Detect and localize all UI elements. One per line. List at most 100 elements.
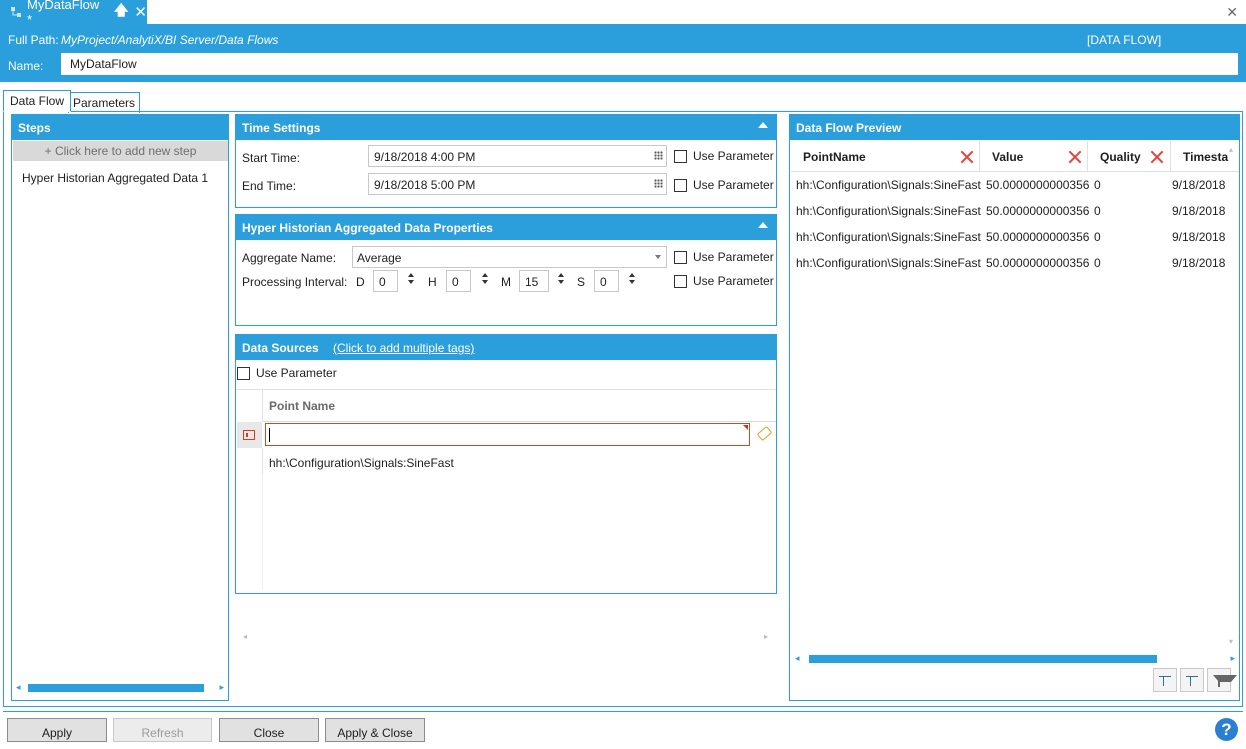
cell-pointname: hh:\Configuration\Signals:SineFast — [796, 256, 981, 270]
add-step-button[interactable]: + Click here to add new step — [13, 141, 228, 161]
document-tab[interactable]: MyDataFlow * 🡅 ✕ — [0, 0, 147, 27]
seconds-stepper[interactable] — [628, 270, 636, 292]
checkbox-label: Use Parameter — [256, 366, 337, 380]
object-type-label: [DATA FLOW] — [1087, 33, 1162, 47]
interval-use-parameter-checkbox[interactable]: Use Parameter — [674, 274, 774, 288]
new-row-indicator — [237, 422, 262, 448]
sources-use-parameter-checkbox[interactable]: Use Parameter — [237, 366, 337, 380]
table-row[interactable]: hh:\Configuration\Signals:SineFast 50.00… — [791, 173, 1239, 199]
clear-filter-icon[interactable] — [1150, 150, 1164, 164]
point-name-grid: Point Name hh:\Configuration\Signals:Sin… — [237, 389, 776, 641]
name-input[interactable] — [61, 53, 1238, 75]
hours-input[interactable]: 0 — [446, 270, 471, 292]
cell-value: 50.0000000000356 — [986, 230, 1090, 244]
cell-value: 50.0000000000356 — [986, 178, 1090, 192]
scrollbar-thumb[interactable] — [809, 655, 1157, 663]
minutes-stepper[interactable] — [557, 270, 565, 292]
collapse-icon[interactable] — [758, 222, 768, 228]
apply-and-close-button[interactable]: Apply & Close — [325, 718, 425, 742]
document-tab-strip: MyDataFlow * 🡅 ✕ ✕ — [0, 0, 1246, 27]
start-time-input[interactable]: 9/18/2018 4:00 PM — [368, 145, 667, 167]
column-header-label: PointName — [803, 150, 866, 164]
collapse-icon[interactable] — [758, 122, 768, 128]
name-label: Name: — [8, 59, 44, 73]
minutes-label: M — [501, 275, 511, 289]
steps-horizontal-scrollbar[interactable]: ◂ ▸ — [16, 682, 224, 692]
cell-quality: 0 — [1094, 204, 1101, 218]
pin-icon[interactable]: 🡅 — [114, 0, 128, 24]
column-header-label: Quality — [1100, 150, 1141, 164]
column-header-pointname[interactable]: PointName — [791, 141, 980, 171]
days-stepper[interactable] — [407, 270, 415, 292]
checkbox-box[interactable] — [674, 149, 687, 163]
column-header-label: Timesta — [1183, 150, 1229, 164]
start-use-parameter-checkbox[interactable]: Use Parameter — [674, 149, 774, 163]
close-icon[interactable]: ✕ — [134, 3, 147, 21]
table-row[interactable]: hh:\Configuration\Signals:SineFast — [262, 448, 776, 474]
calendar-icon[interactable] — [654, 151, 663, 160]
preview-title: Data Flow Preview — [790, 115, 1239, 140]
checkbox-box[interactable] — [674, 274, 687, 288]
column-header-value[interactable]: Value — [980, 141, 1088, 171]
minutes-value: 15 — [525, 275, 539, 289]
point-name-column-header[interactable]: Point Name — [262, 390, 776, 422]
table-row[interactable]: hh:\Configuration\Signals:SineFast 50.00… — [791, 225, 1239, 251]
table-row[interactable]: hh:\Configuration\Signals:SineFast 50.00… — [791, 251, 1239, 277]
apply-button[interactable]: Apply — [7, 718, 107, 742]
tag-icon[interactable] — [756, 425, 773, 442]
days-value: 0 — [379, 275, 386, 289]
add-column-icon[interactable] — [1153, 668, 1177, 692]
checkbox-box[interactable] — [674, 250, 687, 264]
remove-column-icon[interactable] — [1180, 668, 1204, 692]
edit-row-icon — [243, 430, 255, 440]
calendar-icon[interactable] — [654, 179, 663, 188]
refresh-button[interactable]: Refresh — [113, 718, 212, 742]
scroll-down-arrow[interactable]: ▾ — [1229, 637, 1233, 646]
chevron-down-icon[interactable] — [655, 255, 661, 259]
days-input[interactable]: 0 — [373, 270, 398, 292]
full-path-label: Full Path: — [8, 33, 59, 47]
end-time-value: 9/18/2018 5:00 PM — [374, 178, 476, 192]
end-time-input[interactable]: 9/18/2018 5:00 PM — [368, 173, 667, 195]
bottom-divider — [3, 711, 1243, 712]
checkbox-label: Use Parameter — [693, 178, 774, 192]
start-time-value: 9/18/2018 4:00 PM — [374, 150, 476, 164]
scroll-left-arrow[interactable]: ◂ — [243, 632, 247, 641]
clear-filter-icon[interactable] — [960, 150, 974, 164]
cell-quality: 0 — [1094, 230, 1101, 244]
cell-pointname: hh:\Configuration\Signals:SineFast — [796, 204, 981, 218]
column-header-quality[interactable]: Quality — [1088, 141, 1171, 171]
preview-column-headers: PointName Value Quality Timesta — [791, 141, 1239, 172]
checkbox-box[interactable] — [674, 178, 687, 192]
hours-stepper[interactable] — [481, 270, 489, 292]
time-settings-title: Time Settings — [242, 121, 321, 135]
grid-divider — [262, 474, 263, 590]
clear-filter-icon[interactable] — [1068, 150, 1082, 164]
scroll-right-arrow[interactable]: ▸ — [764, 632, 768, 641]
help-icon[interactable]: ? — [1215, 718, 1238, 741]
add-multiple-tags-link[interactable]: (Click to add multiple tags) — [333, 341, 474, 355]
new-point-name-input[interactable] — [265, 423, 750, 446]
tab-parameters[interactable]: Parameters — [68, 92, 141, 113]
cell-quality: 0 — [1094, 256, 1101, 270]
aggregate-name-select[interactable]: Average — [352, 246, 667, 268]
window-close-icon[interactable]: ✕ — [1226, 4, 1238, 21]
preview-horizontal-scrollbar[interactable]: ◂ ▸ — [795, 653, 1235, 663]
column-header-label: Point Name — [269, 399, 336, 413]
scrollbar-thumb[interactable] — [28, 684, 204, 692]
time-settings-header: Time Settings — [236, 115, 776, 140]
table-row[interactable]: hh:\Configuration\Signals:SineFast 50.00… — [791, 199, 1239, 225]
close-button[interactable]: Close — [219, 718, 319, 742]
step-item[interactable]: Hyper Historian Aggregated Data 1 — [22, 171, 208, 185]
minutes-input[interactable]: 15 — [519, 270, 549, 292]
seconds-input[interactable]: 0 — [594, 270, 619, 292]
aggregate-use-parameter-checkbox[interactable]: Use Parameter — [674, 250, 774, 264]
checkbox-label: Use Parameter — [693, 149, 774, 163]
tab-data-flow[interactable]: Data Flow — [3, 90, 72, 112]
scroll-up-arrow[interactable]: ▴ — [1229, 145, 1233, 154]
data-sources-header: Data Sources (Click to add multiple tags… — [236, 335, 776, 360]
hours-label: H — [428, 275, 437, 289]
checkbox-box[interactable] — [237, 366, 250, 380]
filter-icon[interactable] — [1207, 668, 1237, 692]
end-use-parameter-checkbox[interactable]: Use Parameter — [674, 178, 774, 192]
